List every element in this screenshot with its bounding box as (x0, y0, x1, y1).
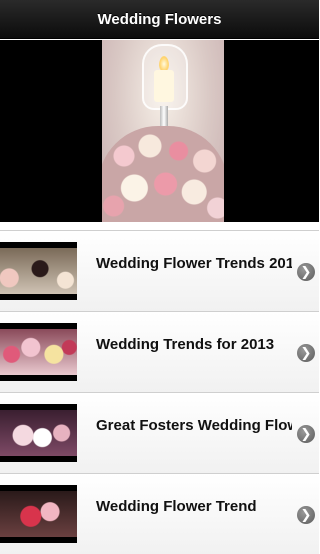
chevron-right-icon[interactable]: ❯ (297, 344, 315, 362)
list-item[interactable]: Wedding Trends for 2013 ❯ (0, 311, 319, 392)
app-header: Wedding Flowers (0, 0, 319, 39)
video-list: Wedding Flower Trends 2013 ❯ Wedding Tre… (0, 230, 319, 554)
candle-image (154, 70, 174, 102)
video-thumbnail[interactable] (0, 485, 77, 543)
chevron-right-icon[interactable]: ❯ (297, 506, 315, 524)
video-title[interactable]: Great Fosters Wedding Flowers (96, 393, 292, 457)
list-item[interactable]: Wedding Flower Trends 2013 ❯ (0, 230, 319, 311)
video-thumbnail[interactable] (0, 404, 77, 462)
flower-bouquet-image (102, 126, 224, 222)
video-thumbnail[interactable] (0, 323, 77, 381)
video-title[interactable]: Wedding Trends for 2013 (96, 312, 292, 376)
page-title: Wedding Flowers (97, 10, 222, 28)
chevron-right-icon[interactable]: ❯ (297, 263, 315, 281)
video-title[interactable]: Wedding Flower Trends 2013 (96, 231, 292, 295)
list-item[interactable]: Great Fosters Wedding Flowers ❯ (0, 392, 319, 473)
video-player[interactable] (0, 40, 319, 222)
list-item[interactable]: Wedding Flower Trend ❯ (0, 473, 319, 554)
video-title[interactable]: Wedding Flower Trend (96, 474, 292, 538)
video-thumbnail[interactable] (0, 242, 77, 300)
video-frame[interactable] (102, 40, 224, 222)
chevron-right-icon[interactable]: ❯ (297, 425, 315, 443)
